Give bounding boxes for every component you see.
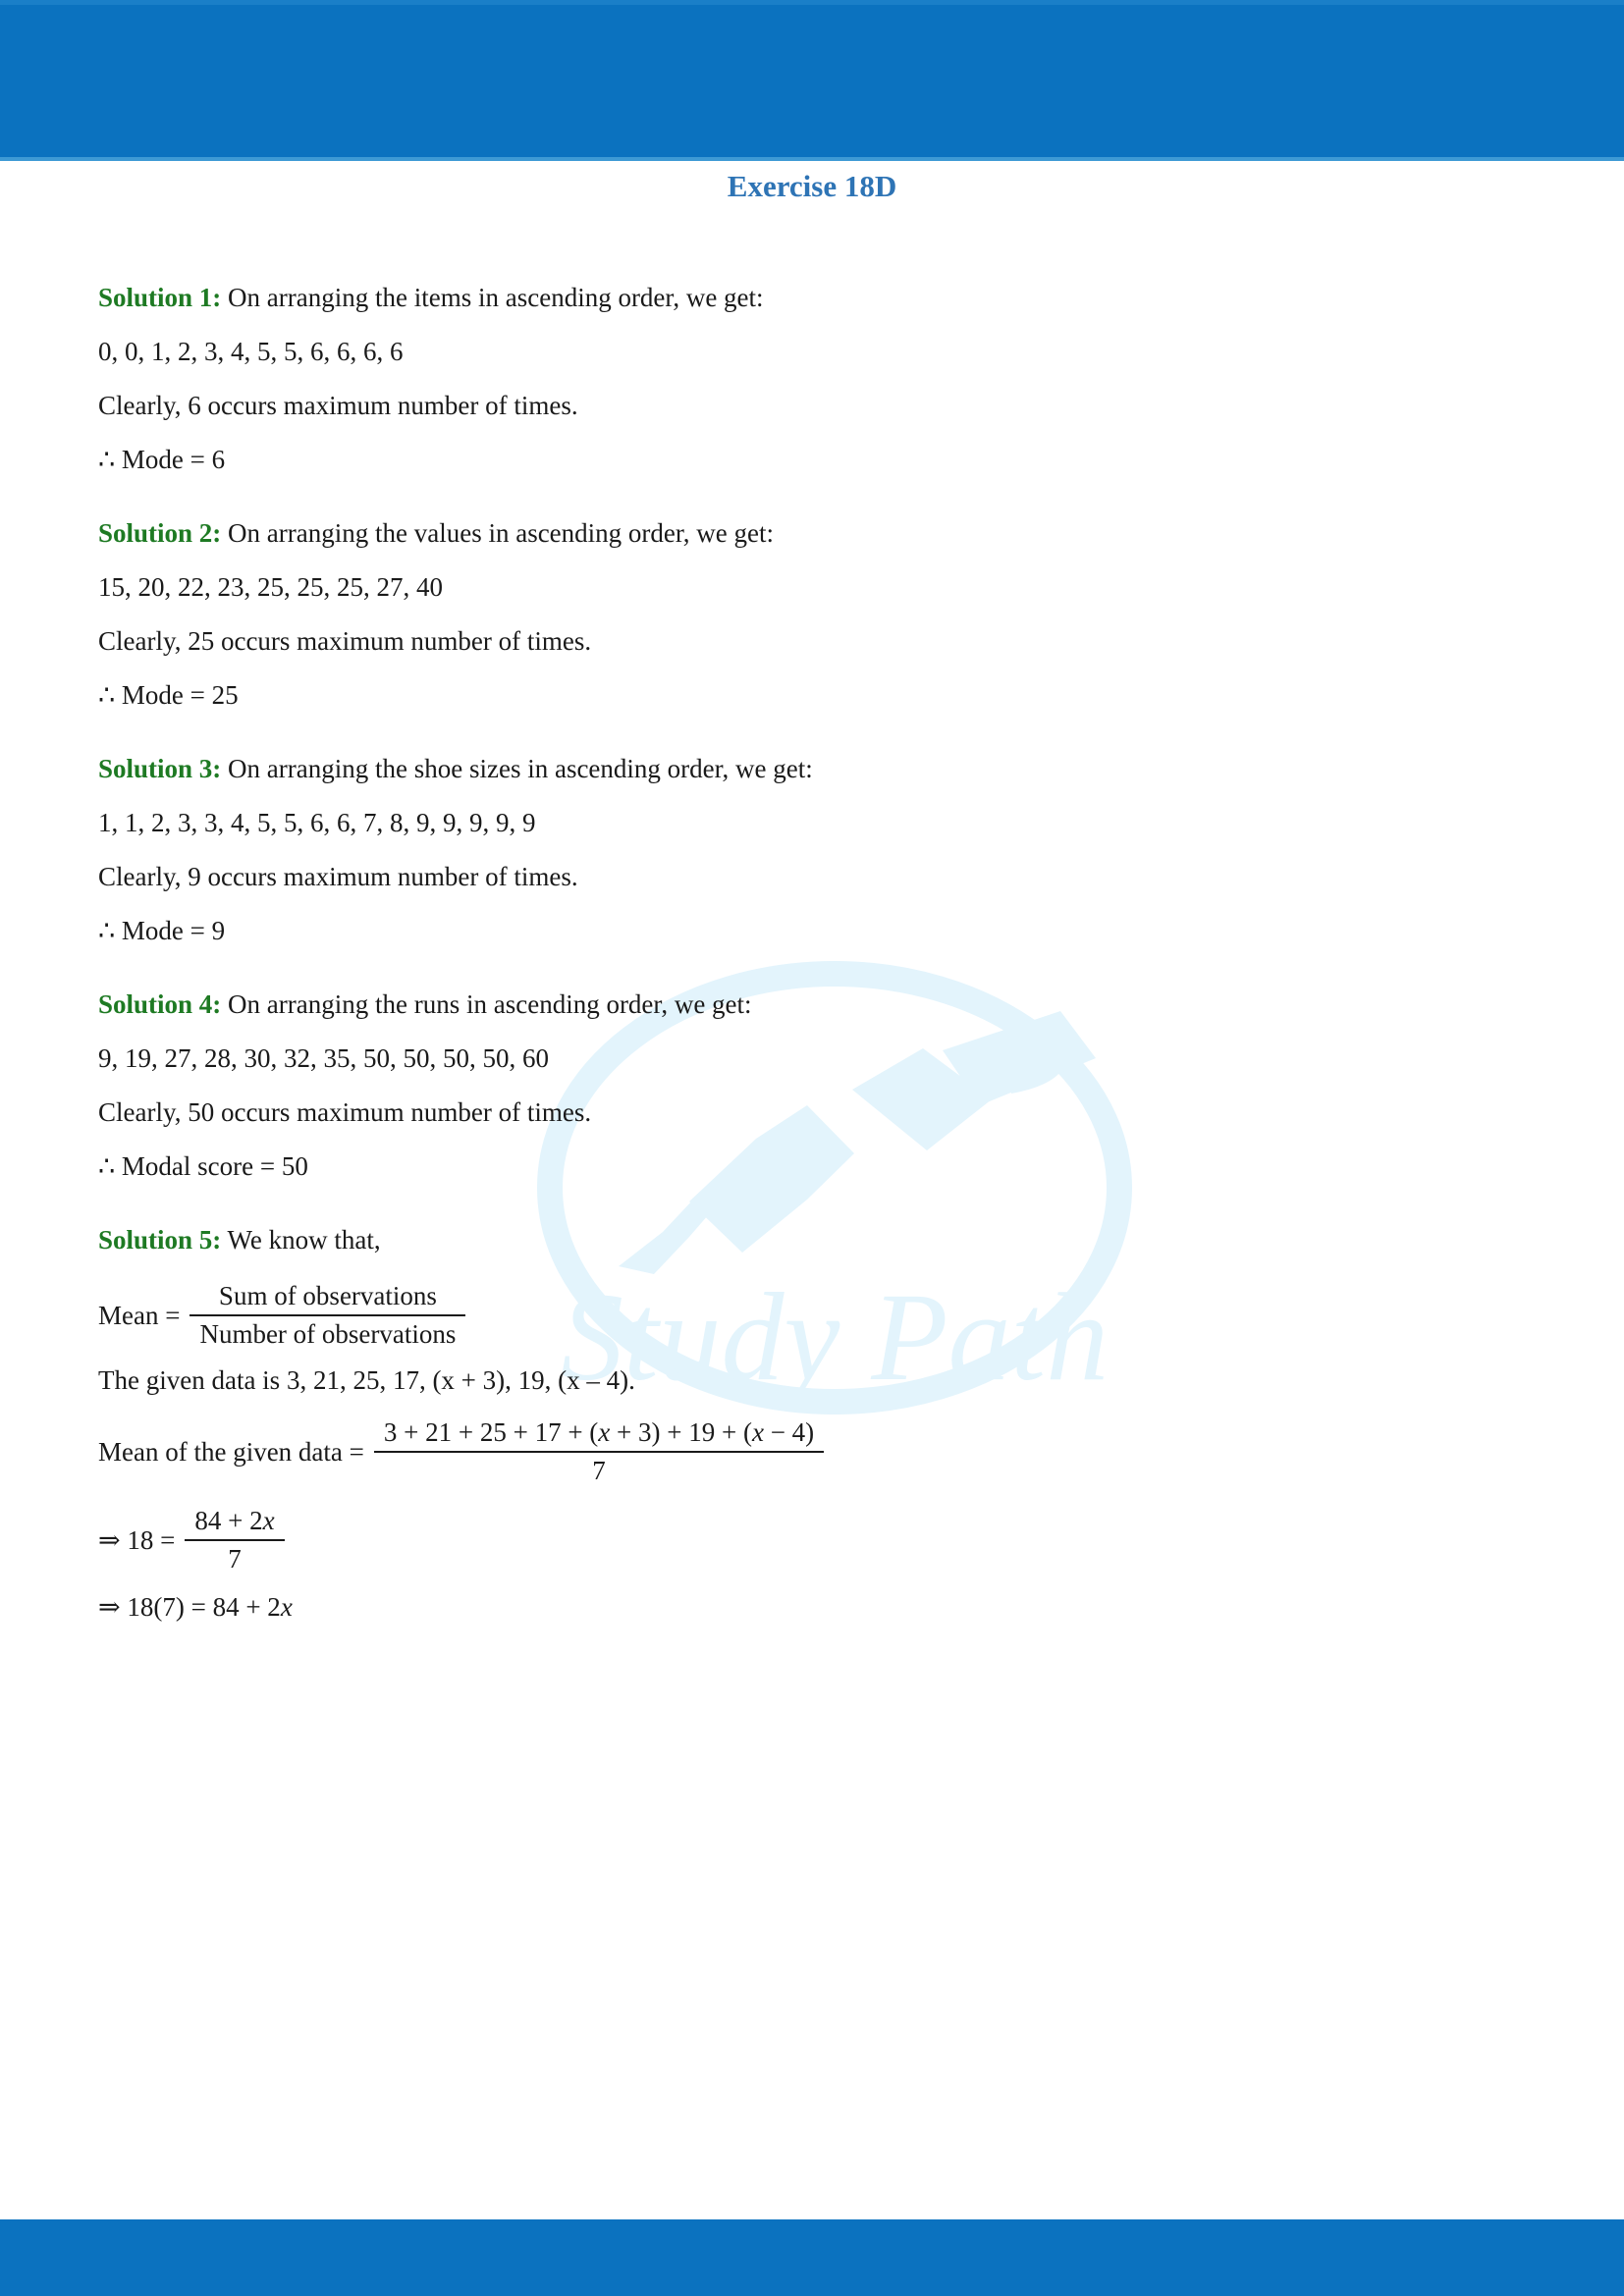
- solution-2-data: 15, 20, 22, 23, 25, 25, 25, 27, 40: [98, 572, 443, 602]
- solution-1-intro: On arranging the items in ascending orde…: [221, 283, 764, 312]
- solution-2-label: Solution 2:: [98, 518, 222, 548]
- solution-block-5: Solution 5: We know that, Mean = Sum of …: [98, 1227, 1532, 1621]
- document-page: Study Path Study Path Class - 9 RS Aggar…: [0, 0, 1624, 2296]
- solution-1-heading: Solution 1: On arranging the items in as…: [98, 285, 1532, 311]
- solution-block-2: Solution 2: On arranging the values in a…: [98, 520, 1532, 709]
- step-18-numerator: 84 + 2x: [185, 1506, 284, 1539]
- step-final-prefix: ⇒ 18(7) = 84 + 2: [98, 1592, 281, 1622]
- solution-4-clearly: Clearly, 50 occurs maximum number of tim…: [98, 1097, 592, 1127]
- step-final-equation: ⇒ 18(7) = 84 + 2x: [98, 1594, 1532, 1621]
- mean-formula-lead: Mean =: [98, 1300, 181, 1330]
- mean-of-data-lead: Mean of the given data =: [98, 1436, 364, 1467]
- solution-2-heading: Solution 2: On arranging the values in a…: [98, 520, 1532, 547]
- solution-5-heading: Solution 5: We know that,: [98, 1227, 1532, 1254]
- solution-5-intro: We know that,: [221, 1225, 381, 1255]
- solution-4-data: 9, 19, 27, 28, 30, 32, 35, 50, 50, 50, 5…: [98, 1043, 549, 1073]
- solution-block-1: Solution 1: On arranging the items in as…: [98, 285, 1532, 473]
- solution-5-label: Solution 5:: [98, 1225, 222, 1255]
- solution-3-clearly: Clearly, 9 occurs maximum number of time…: [98, 862, 578, 891]
- numerator-suffix: − 4): [763, 1417, 815, 1447]
- solution-4-label: Solution 4:: [98, 989, 222, 1019]
- numerator-variable-x2: x: [751, 1417, 764, 1447]
- mean-formula: Mean = Sum of observations Number of obs…: [98, 1281, 1532, 1350]
- step-18-numerator-prefix: 84 + 2: [194, 1506, 263, 1535]
- solution-3-label: Solution 3:: [98, 754, 222, 783]
- mean-of-data-numerator: 3 + 21 + 25 + 17 + (x + 3) + 19 + (x − 4…: [374, 1417, 824, 1451]
- solution-4-intro: On arranging the runs in ascending order…: [221, 989, 752, 1019]
- solution-3-data: 1, 1, 2, 3, 3, 4, 5, 5, 6, 6, 7, 8, 9, 9…: [98, 808, 536, 837]
- solution-1-clearly: Clearly, 6 occurs maximum number of time…: [98, 391, 578, 420]
- numerator-variable-x1: x: [598, 1417, 611, 1447]
- step-18-denominator: 7: [228, 1544, 242, 1574]
- step-18-lead: ⇒ 18 =: [98, 1524, 176, 1555]
- header-underline: [0, 157, 1624, 161]
- mean-of-data-denominator: 7: [592, 1456, 606, 1485]
- solutions-content: Solution 1: On arranging the items in as…: [98, 285, 1532, 1668]
- solution-3-heading: Solution 3: On arranging the shoe sizes …: [98, 756, 1532, 782]
- page-header: [0, 0, 1624, 157]
- exercise-title: Exercise 18D: [727, 169, 897, 203]
- solution-2-result: ∴ Mode = 25: [98, 680, 239, 710]
- mean-formula-numerator: Sum of observations: [218, 1281, 437, 1310]
- solution-block-4: Solution 4: On arranging the runs in asc…: [98, 991, 1532, 1180]
- step-18-equation: ⇒ 18 = 84 + 2x 7: [98, 1506, 1532, 1575]
- solution-1-data: 0, 0, 1, 2, 3, 4, 5, 5, 6, 6, 6, 6: [98, 337, 404, 366]
- solution-4-result: ∴ Modal score = 50: [98, 1151, 308, 1181]
- numerator-prefix: 3 + 21 + 25 + 17 + (: [383, 1417, 599, 1447]
- step-18-fraction: 84 + 2x 7: [185, 1506, 285, 1575]
- page-footer: [0, 2219, 1624, 2296]
- step-final-variable: x: [280, 1592, 293, 1622]
- solution-3-result: ∴ Mode = 9: [98, 916, 226, 945]
- mean-of-data-fraction: 3 + 21 + 25 + 17 + (x + 3) + 19 + (x − 4…: [373, 1417, 825, 1486]
- mean-formula-fraction: Sum of observations Number of observatio…: [189, 1281, 466, 1350]
- step-18-numerator-variable: x: [262, 1506, 275, 1535]
- solution-3-intro: On arranging the shoe sizes in ascending…: [221, 754, 813, 783]
- solution-4-heading: Solution 4: On arranging the runs in asc…: [98, 991, 1532, 1018]
- solution-2-intro: On arranging the values in ascending ord…: [221, 518, 775, 548]
- given-data-line: The given data is 3, 21, 25, 17, (x + 3)…: [98, 1365, 635, 1395]
- mean-of-given-data-equation: Mean of the given data = 3 + 21 + 25 + 1…: [98, 1417, 1532, 1486]
- solution-1-label: Solution 1:: [98, 283, 222, 312]
- solution-1-result: ∴ Mode = 6: [98, 445, 226, 474]
- mean-formula-denominator: Number of observations: [199, 1319, 457, 1349]
- solution-block-3: Solution 3: On arranging the shoe sizes …: [98, 756, 1532, 944]
- numerator-mid: + 3) + 19 + (: [610, 1417, 752, 1447]
- solution-2-clearly: Clearly, 25 occurs maximum number of tim…: [98, 626, 592, 656]
